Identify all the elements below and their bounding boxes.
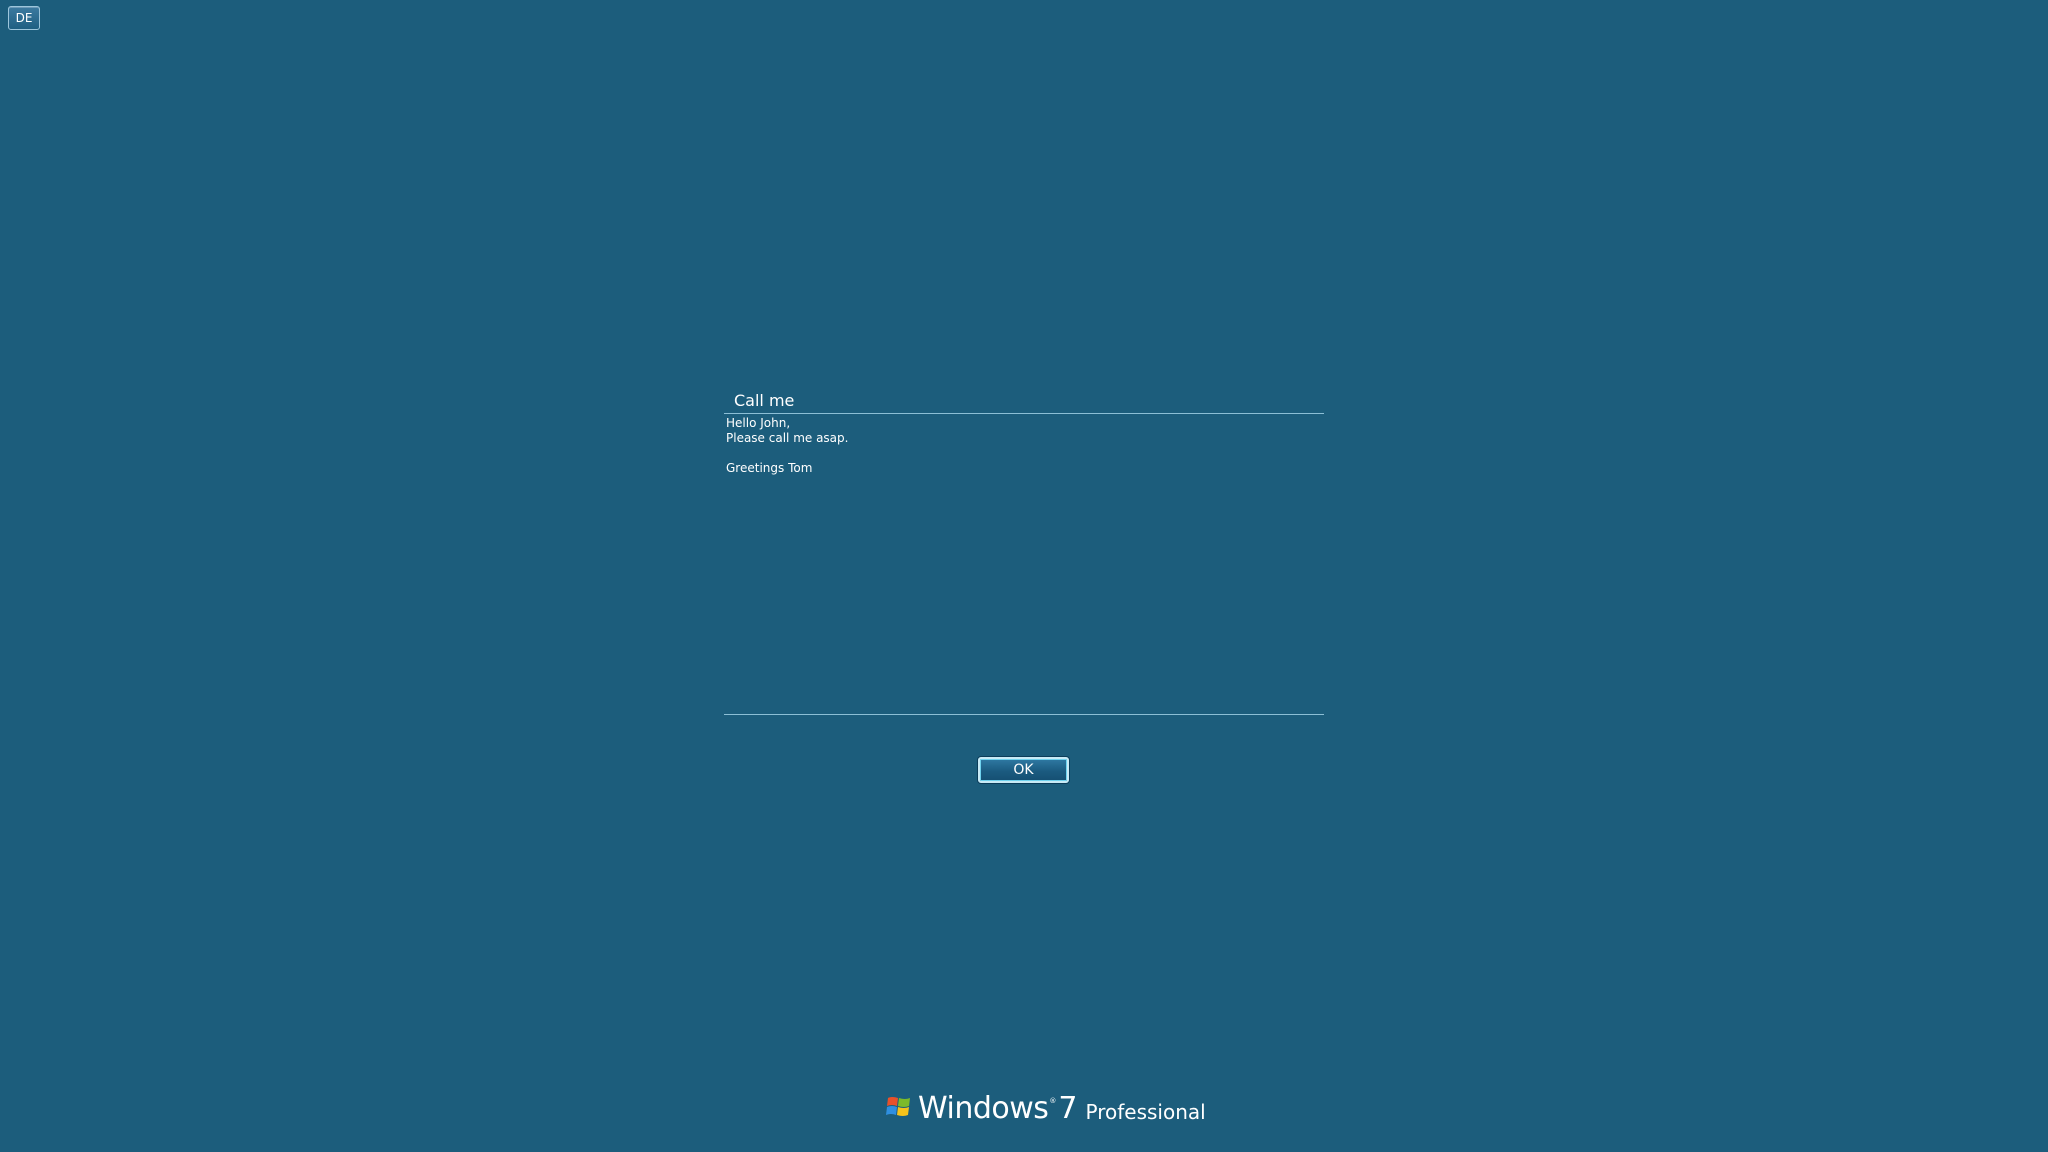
ok-button[interactable]: OK — [978, 757, 1069, 783]
message-body: Hello John, Please call me asap. Greetin… — [726, 416, 1322, 476]
bottom-divider — [724, 714, 1324, 715]
brand-version: 7 — [1058, 1091, 1078, 1126]
windows-branding: Windows ® 7 Professional — [886, 1086, 1206, 1126]
brand-trademark: ® — [1049, 1097, 1057, 1105]
brand-edition: Professional — [1085, 1100, 1206, 1124]
message-line — [726, 446, 1322, 461]
message-line: Hello John, — [726, 416, 791, 430]
message-line: Please call me asap. — [726, 431, 849, 445]
brand-windows-text: Windows — [918, 1091, 1049, 1126]
windows-flag-icon — [886, 1097, 910, 1116]
legal-notice-panel: Call me Hello John, Please call me asap.… — [724, 386, 1324, 716]
message-line: Greetings Tom — [726, 461, 813, 475]
title-divider — [724, 413, 1324, 414]
language-indicator-button[interactable]: DE — [8, 6, 40, 30]
message-title: Call me — [734, 391, 795, 410]
